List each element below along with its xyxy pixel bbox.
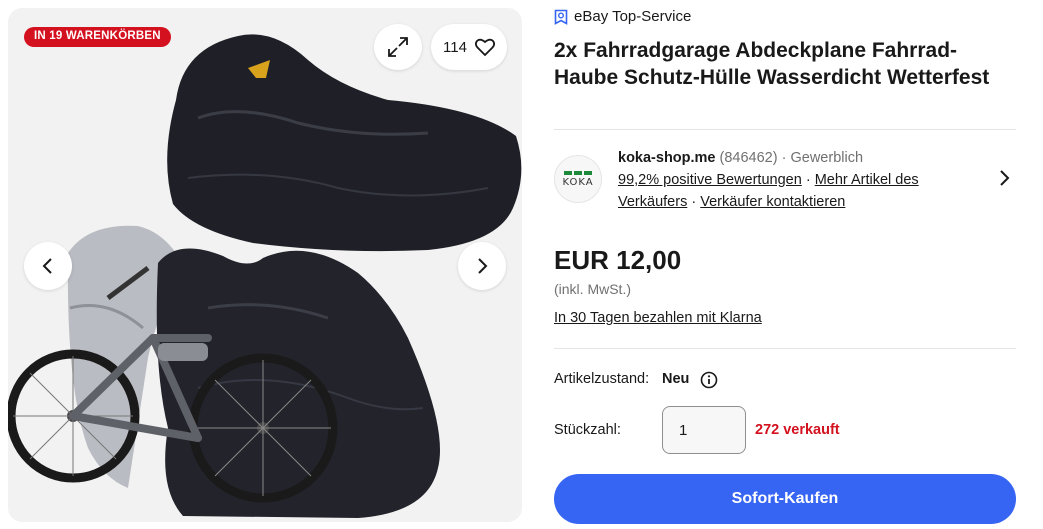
logo-text: KOKA: [562, 176, 594, 188]
sold-count: 272 verkauft: [755, 422, 840, 438]
top-service-icon: [554, 9, 568, 25]
seller-name-link[interactable]: koka-shop.me: [618, 150, 716, 166]
price: EUR 12,00: [554, 245, 682, 275]
buy-now-button[interactable]: Sofort-Kaufen: [554, 474, 1016, 524]
heart-icon: [474, 38, 495, 56]
watch-count: 114: [443, 38, 467, 56]
condition-value: Neu: [662, 371, 690, 387]
product-photo[interactable]: [8, 8, 522, 522]
condition-label: Artikelzustand:: [554, 371, 650, 387]
seller-feedback-count: (846462): [719, 150, 778, 166]
vat-note: (inkl. MwSt.): [554, 281, 631, 297]
watch-button[interactable]: 114: [431, 24, 507, 70]
expand-icon: [388, 37, 408, 57]
chevron-right-icon[interactable]: [998, 169, 1010, 187]
seller-type: Gewerblich: [790, 150, 864, 166]
previous-image-button[interactable]: [24, 242, 72, 290]
separator: ·: [691, 194, 697, 210]
contact-seller-link[interactable]: Verkäufer kontaktieren: [700, 194, 845, 210]
separator: ·: [805, 172, 811, 188]
seller-info: koka-shop.me (846462) · Gewerblich 99,2%…: [618, 147, 948, 213]
seller-links: 99,2% positive Bewertungen · Mehr Artike…: [618, 169, 948, 213]
next-image-button[interactable]: [458, 242, 506, 290]
expand-button[interactable]: [374, 24, 422, 70]
seller-card[interactable]: KOKA koka-shop.me (846462) · Gewerblich …: [554, 147, 1016, 213]
divider: [554, 348, 1016, 349]
seller-header-line: koka-shop.me (846462) · Gewerblich: [618, 147, 948, 169]
separator: ·: [781, 150, 787, 166]
positive-rating-link[interactable]: 99,2% positive Bewertungen: [618, 172, 802, 188]
quantity-input[interactable]: [662, 406, 746, 454]
chevron-left-icon: [42, 258, 52, 274]
info-icon[interactable]: [700, 371, 718, 389]
cart-count-badge: IN 19 WARENKÖRBEN: [24, 27, 171, 47]
top-service-label: eBay Top-Service: [574, 8, 692, 25]
chevron-right-icon: [478, 258, 488, 274]
image-gallery[interactable]: IN 19 WARENKÖRBEN 114: [8, 8, 522, 522]
product-title: 2x Fahrradgarage Abdeckplane Fahrrad-Hau…: [554, 39, 990, 89]
quantity-label: Stückzahl:: [554, 422, 621, 438]
top-service-badge: eBay Top-Service: [554, 8, 691, 25]
seller-logo[interactable]: KOKA: [554, 155, 602, 203]
klarna-link[interactable]: In 30 Tagen bezahlen mit Klarna: [554, 310, 762, 326]
divider: [554, 129, 1016, 130]
logo-bars: [564, 170, 592, 175]
